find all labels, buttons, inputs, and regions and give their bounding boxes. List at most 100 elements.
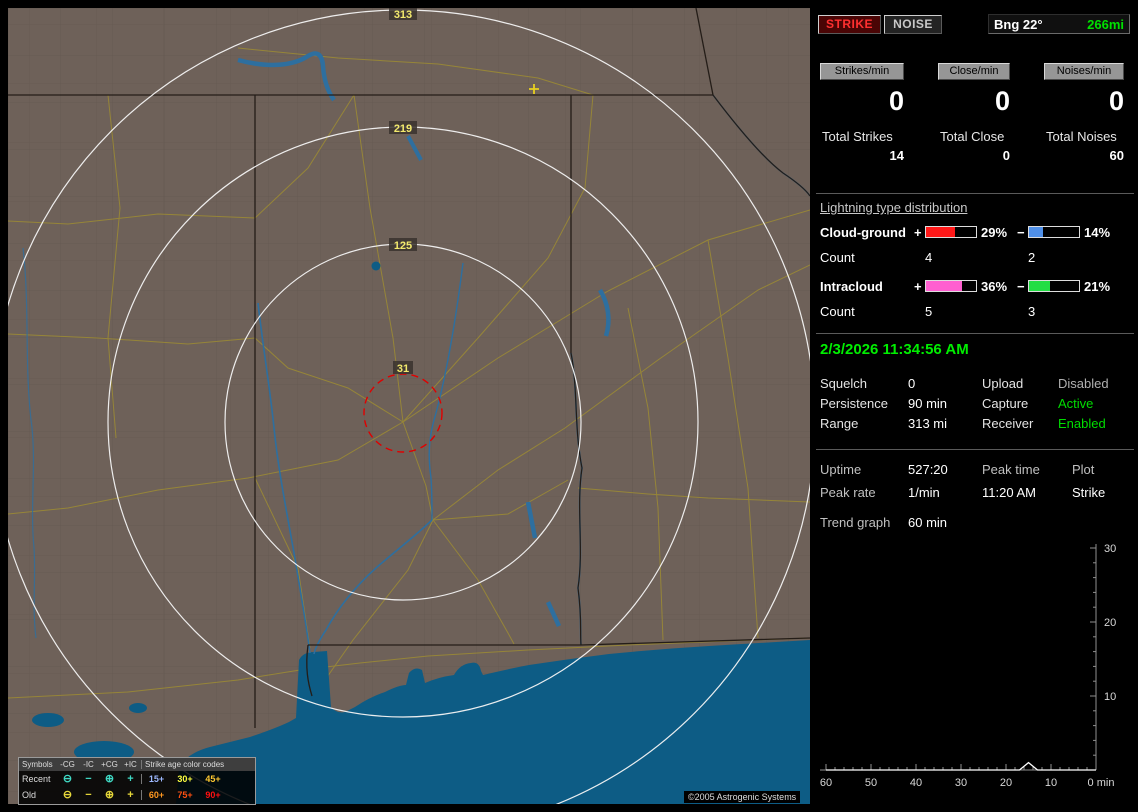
side-panel: STRIKE NOISE Bng 22° 266mi Strikes/min C… (814, 8, 1138, 804)
strike-mode-button[interactable]: STRIKE (818, 15, 881, 34)
recent-pos-ic-icon: + (127, 772, 134, 785)
divider (816, 193, 1134, 194)
legend-col-neg-cg: -CG (60, 760, 75, 769)
divider (816, 333, 1134, 334)
legend-col-pos-ic: +IC (124, 760, 137, 769)
ring-label-219: 219 (394, 123, 412, 135)
uptime-label: Uptime (820, 462, 862, 477)
age-15: 15+ (141, 774, 171, 784)
trend-ticks (825, 547, 1097, 771)
cg-negative-count: 2 (1028, 250, 1036, 265)
capture-status: Active (1058, 396, 1094, 411)
noise-mode-button[interactable]: NOISE (884, 15, 942, 34)
ic-count-label: Count (820, 304, 855, 319)
peak-rate-value: 1/min (908, 485, 940, 500)
cg-negative-gauge (1028, 226, 1080, 238)
trend-window-value: 60 min (908, 515, 948, 530)
peak-time-value: 11:20 AM (982, 485, 1036, 500)
age-75: 75+ (177, 790, 193, 800)
ring-label-31: 31 (397, 363, 409, 375)
ic-negative-count: 3 (1028, 304, 1036, 319)
strikes-per-min-value: 0 (888, 86, 904, 116)
plus-sign: + (914, 279, 922, 294)
ic-negative-gauge (1028, 280, 1080, 292)
intracloud-label: Intracloud (820, 279, 883, 294)
minus-sign: − (1017, 279, 1025, 294)
ic-negative-pct: 21% (1084, 279, 1111, 294)
legend-row-recent: Recent ⊖ − ⊕ + 15+ 30+ 45+ (19, 771, 255, 787)
squelch-value: 0 (908, 376, 916, 391)
legend-recent-label: Recent (22, 774, 51, 784)
cg-positive-gauge (925, 226, 977, 238)
ic-positive-pct: 36% (981, 279, 1008, 294)
noises-per-min-value: 0 (1108, 86, 1124, 116)
range-value: 313 mi (908, 416, 948, 431)
recent-neg-cg-icon: ⊖ (62, 772, 73, 785)
total-strikes-value: 14 (889, 148, 904, 163)
trend-graph-label: Trend graph (820, 515, 891, 530)
minus-sign: − (1017, 225, 1025, 240)
old-neg-ic-icon: − (85, 788, 92, 801)
age-30: 30+ (177, 774, 193, 784)
current-datetime: 2/3/2026 11:34:56 AM (820, 341, 969, 358)
x-tick-0: 0 min (1088, 777, 1115, 789)
close-per-min-chip[interactable]: Close/min (938, 63, 1010, 80)
strikes-per-min-chip[interactable]: Strikes/min (820, 63, 904, 80)
cg-positive-count: 4 (925, 250, 933, 265)
ring-label-313: 313 (394, 9, 412, 21)
plot-value: Strike (1072, 485, 1106, 500)
map-view[interactable]: 313 219 125 31 Symbols -CG -IC +CG +IC S… (0, 7, 816, 812)
total-strikes-label: Total Strikes (822, 129, 893, 144)
cg-count-label: Count (820, 250, 855, 265)
trend-axes (820, 544, 1097, 771)
close-per-min-value: 0 (994, 86, 1010, 116)
map-canvas: 313 219 125 31 (0, 7, 816, 812)
bearing-value: Bng 22° (994, 16, 1043, 32)
legend-symbols-header: Symbols (22, 760, 53, 769)
capture-label: Capture (982, 396, 1029, 411)
legend-age-header: Strike age color codes (141, 760, 255, 769)
y-tick-20: 20 (1104, 617, 1116, 629)
y-tick-10: 10 (1104, 691, 1116, 703)
cg-positive-pct: 29% (981, 225, 1008, 240)
peak-rate-label: Peak rate (820, 485, 876, 500)
total-noises-value: 60 (1109, 148, 1124, 163)
cloud-ground-label: Cloud-ground (820, 225, 906, 240)
x-tick-20: 20 (1000, 777, 1012, 789)
distribution-title: Lightning type distribution (820, 200, 968, 215)
noises-per-min-chip[interactable]: Noises/min (1044, 63, 1124, 80)
cg-negative-pct: 14% (1084, 225, 1111, 240)
x-tick-60: 60 (820, 777, 832, 789)
plot-label: Plot (1072, 462, 1095, 477)
squelch-label: Squelch (820, 376, 867, 391)
range-label: Range (820, 416, 859, 431)
age-45: 45+ (205, 774, 221, 784)
legend-row-old: Old ⊖ − ⊕ + 60+ 75+ 90+ (19, 787, 255, 803)
receiver-label: Receiver (982, 416, 1034, 431)
legend-col-pos-cg: +CG (101, 760, 118, 769)
old-pos-ic-icon: + (127, 788, 134, 801)
total-close-value: 0 (1002, 148, 1010, 163)
copyright-text: ©2005 Astrogenic Systems (684, 791, 801, 803)
ic-positive-gauge (925, 280, 977, 292)
x-tick-50: 50 (865, 777, 877, 789)
total-noises-label: Total Noises (1046, 129, 1117, 144)
age-60: 60+ (141, 790, 171, 800)
persistence-value: 90 min (908, 396, 948, 411)
total-close-label: Total Close (940, 129, 1005, 144)
x-tick-30: 30 (955, 777, 967, 789)
bearing-box: Bng 22° 266mi (988, 14, 1130, 34)
recent-pos-cg-icon: ⊕ (104, 772, 115, 785)
x-tick-10: 10 (1045, 777, 1057, 789)
ic-positive-count: 5 (925, 304, 933, 319)
plus-sign: + (914, 225, 922, 240)
ring-label-125: 125 (394, 240, 412, 252)
legend-col-neg-ic: -IC (83, 760, 94, 769)
upload-status: Disabled (1058, 376, 1109, 391)
recent-neg-ic-icon: − (85, 772, 92, 785)
trend-chart: 60 50 40 30 20 10 0 min 30 20 10 (820, 543, 1116, 789)
trend-tick-labels: 60 50 40 30 20 10 0 min 30 20 10 (820, 543, 1116, 789)
bearing-distance: 266mi (1087, 16, 1124, 32)
persistence-label: Persistence (820, 396, 888, 411)
y-tick-30: 30 (1104, 543, 1116, 555)
